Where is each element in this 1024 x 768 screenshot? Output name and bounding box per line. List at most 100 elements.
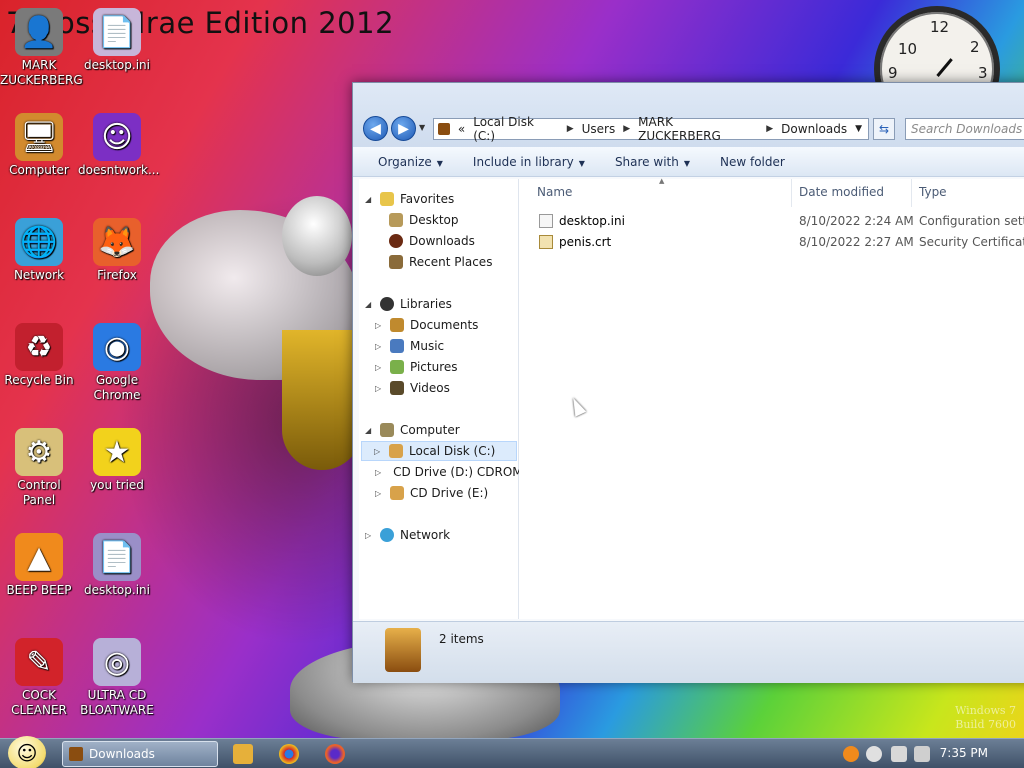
organize-menu[interactable]: Organize ▼	[378, 155, 443, 169]
nav-cd-drive-e[interactable]: ▷ CD Drive (E:)	[375, 483, 488, 503]
desktop-icon-item[interactable]: ♻ Recycle Bin	[0, 323, 78, 388]
desktop-icon-item[interactable]: ◎ ULTRA CD BLOATWARE	[78, 638, 156, 718]
nav-downloads[interactable]: Downloads	[389, 231, 475, 251]
taskbar: ☺ Downloads 7:35 PM	[0, 736, 1024, 768]
desktop-icon-item[interactable]: 🦊 Firefox	[78, 218, 156, 283]
desktop-icon-item[interactable]: ★ you tried	[78, 428, 156, 493]
desktop-icon-item[interactable]: ▲ BEEP BEEP	[0, 533, 78, 598]
breadcrumb-separator-icon[interactable]: ▶	[623, 124, 630, 134]
nav-pictures[interactable]: ▷ Pictures	[375, 357, 458, 377]
breadcrumb-users[interactable]: Users	[582, 122, 616, 136]
ccleaner-icon: ✎	[15, 638, 63, 686]
system-clock[interactable]: 7:35 PM	[940, 746, 988, 760]
desktop-icon-label: Recycle Bin	[4, 373, 74, 387]
nav-documents[interactable]: ▷ Documents	[375, 315, 478, 335]
nav-label: Pictures	[410, 360, 458, 374]
explorer-window[interactable]: ◀ ▶ ▼ « Local Disk (C:) ▶ Users ▶ MARK Z…	[352, 82, 1024, 683]
ini-file-icon: 📄	[93, 8, 141, 56]
clock-number: 9	[888, 64, 898, 82]
desktop-icon-item[interactable]: ✎ COCK CLEANER	[0, 638, 78, 718]
forward-button[interactable]: ▶	[391, 116, 416, 141]
start-button[interactable]: ☺	[8, 736, 46, 768]
file-row[interactable]: penis.crt 8/10/2022 2:27 AM Security Cer…	[519, 232, 1024, 252]
messenger-tray-icon[interactable]	[866, 746, 882, 762]
nav-favorites[interactable]: ◢ Favorites	[365, 189, 454, 209]
file-date: 8/10/2022 2:27 AM	[799, 235, 914, 249]
include-in-library-menu[interactable]: Include in library ▼	[473, 155, 585, 169]
collapsed-arrow-icon[interactable]: ▷	[365, 531, 374, 540]
collapsed-arrow-icon[interactable]: ▷	[375, 321, 384, 330]
nav-videos[interactable]: ▷ Videos	[375, 378, 450, 398]
nav-network[interactable]: ▷ Network	[365, 525, 450, 545]
file-list-pane[interactable]: ▲ Name Date modified Type desktop.ini 8/…	[519, 177, 1024, 619]
media-player-pinned-icon[interactable]	[233, 744, 253, 764]
user-folder-icon: 👤	[15, 8, 63, 56]
share-with-menu[interactable]: Share with ▼	[615, 155, 690, 169]
folder-icon	[69, 747, 83, 761]
desktop-icon-item[interactable]: ☺ doesntwork...	[78, 113, 160, 178]
network-tray-icon[interactable]	[891, 746, 907, 762]
back-button[interactable]: ◀	[363, 116, 388, 141]
refresh-button[interactable]: ⇆	[873, 118, 895, 140]
chrome-pinned-icon[interactable]	[279, 744, 299, 764]
taskbar-downloads-window[interactable]: Downloads	[62, 741, 218, 767]
collapsed-arrow-icon[interactable]: ▷	[375, 489, 384, 498]
expand-arrow-icon[interactable]: ◢	[365, 300, 374, 309]
collapsed-arrow-icon[interactable]: ▷	[374, 447, 383, 456]
desktop-icon-item[interactable]: 🖥 Computer	[0, 113, 78, 178]
nav-label: CD Drive (D:) CDROM	[393, 465, 519, 479]
file-name: desktop.ini	[559, 214, 625, 228]
column-header-date-modified[interactable]: Date modified	[799, 185, 884, 199]
nav-music[interactable]: ▷ Music	[375, 336, 444, 356]
nav-desktop[interactable]: Desktop	[389, 210, 459, 230]
collapsed-arrow-icon[interactable]: ▷	[375, 384, 384, 393]
expand-arrow-icon[interactable]: ◢	[365, 426, 374, 435]
column-divider[interactable]	[791, 179, 792, 207]
nav-local-disk[interactable]: ▷ Local Disk (C:)	[361, 441, 517, 461]
wallpaper-figure-bowl	[282, 330, 362, 470]
column-divider[interactable]	[911, 179, 912, 207]
breadcrumb-downloads[interactable]: Downloads	[781, 122, 847, 136]
file-row[interactable]: desktop.ini 8/10/2022 2:24 AM Configurat…	[519, 211, 1024, 231]
nav-libraries[interactable]: ◢ Libraries	[365, 294, 452, 314]
breadcrumb-separator-icon[interactable]: ▶	[766, 124, 773, 134]
column-header-name[interactable]: Name	[537, 185, 572, 199]
volume-tray-icon[interactable]	[914, 746, 930, 762]
breadcrumb-local-disk[interactable]: Local Disk (C:)	[473, 115, 558, 143]
collapsed-arrow-icon[interactable]: ▷	[375, 363, 384, 372]
nav-recent-places[interactable]: Recent Places	[389, 252, 492, 272]
new-folder-button[interactable]: New folder	[720, 155, 785, 169]
network-icon	[380, 528, 394, 542]
desktop-icon-label: doesntwork...	[78, 163, 160, 177]
nav-computer[interactable]: ◢ Computer	[365, 420, 460, 440]
hard-drive-icon	[389, 444, 403, 458]
nav-label: Videos	[410, 381, 450, 395]
wallpaper-figure-head	[282, 196, 352, 276]
firefox-icon: 🦊	[93, 218, 141, 266]
breadcrumb-mark-zuckerberg[interactable]: MARK ZUCKERBERG	[638, 115, 758, 143]
desktop-icon-item[interactable]: 🌐 Network	[0, 218, 78, 283]
nav-cd-drive-d[interactable]: ▷ CD Drive (D:) CDROM	[375, 462, 519, 482]
column-header-type[interactable]: Type	[919, 185, 947, 199]
desktop-icon-item[interactable]: ⚙ Control Panel	[0, 428, 78, 508]
recent-pages-chevron-icon[interactable]: ▼	[419, 123, 425, 132]
collapsed-arrow-icon[interactable]: ▷	[375, 468, 381, 477]
desktop-icon-item[interactable]: 📄 desktop.ini	[78, 8, 156, 73]
collapsed-arrow-icon[interactable]: ▷	[375, 342, 384, 351]
nav-label: Desktop	[409, 213, 459, 227]
address-dropdown-icon[interactable]: ▼	[855, 124, 862, 134]
search-input[interactable]: Search Downloads	[905, 118, 1024, 140]
search-tray-icon[interactable]	[843, 746, 859, 762]
config-file-icon	[539, 214, 553, 228]
address-overflow[interactable]: «	[458, 122, 465, 136]
firefox-pinned-icon[interactable]	[325, 744, 345, 764]
desktop-icon-item[interactable]: ◉ Google Chrome	[78, 323, 156, 403]
breadcrumb-separator-icon[interactable]: ▶	[567, 124, 574, 134]
chevron-down-icon: ▼	[578, 158, 585, 168]
item-count: 2 items	[439, 632, 484, 646]
back-arrow-icon: ◀	[370, 120, 381, 137]
expand-arrow-icon[interactable]: ◢	[365, 195, 374, 204]
address-bar[interactable]: « Local Disk (C:) ▶ Users ▶ MARK ZUCKERB…	[433, 115, 869, 143]
desktop-icon-item[interactable]: 👤 MARK ZUCKERBERG	[0, 8, 83, 88]
desktop-icon-item[interactable]: 📄 desktop.ini	[78, 533, 156, 598]
